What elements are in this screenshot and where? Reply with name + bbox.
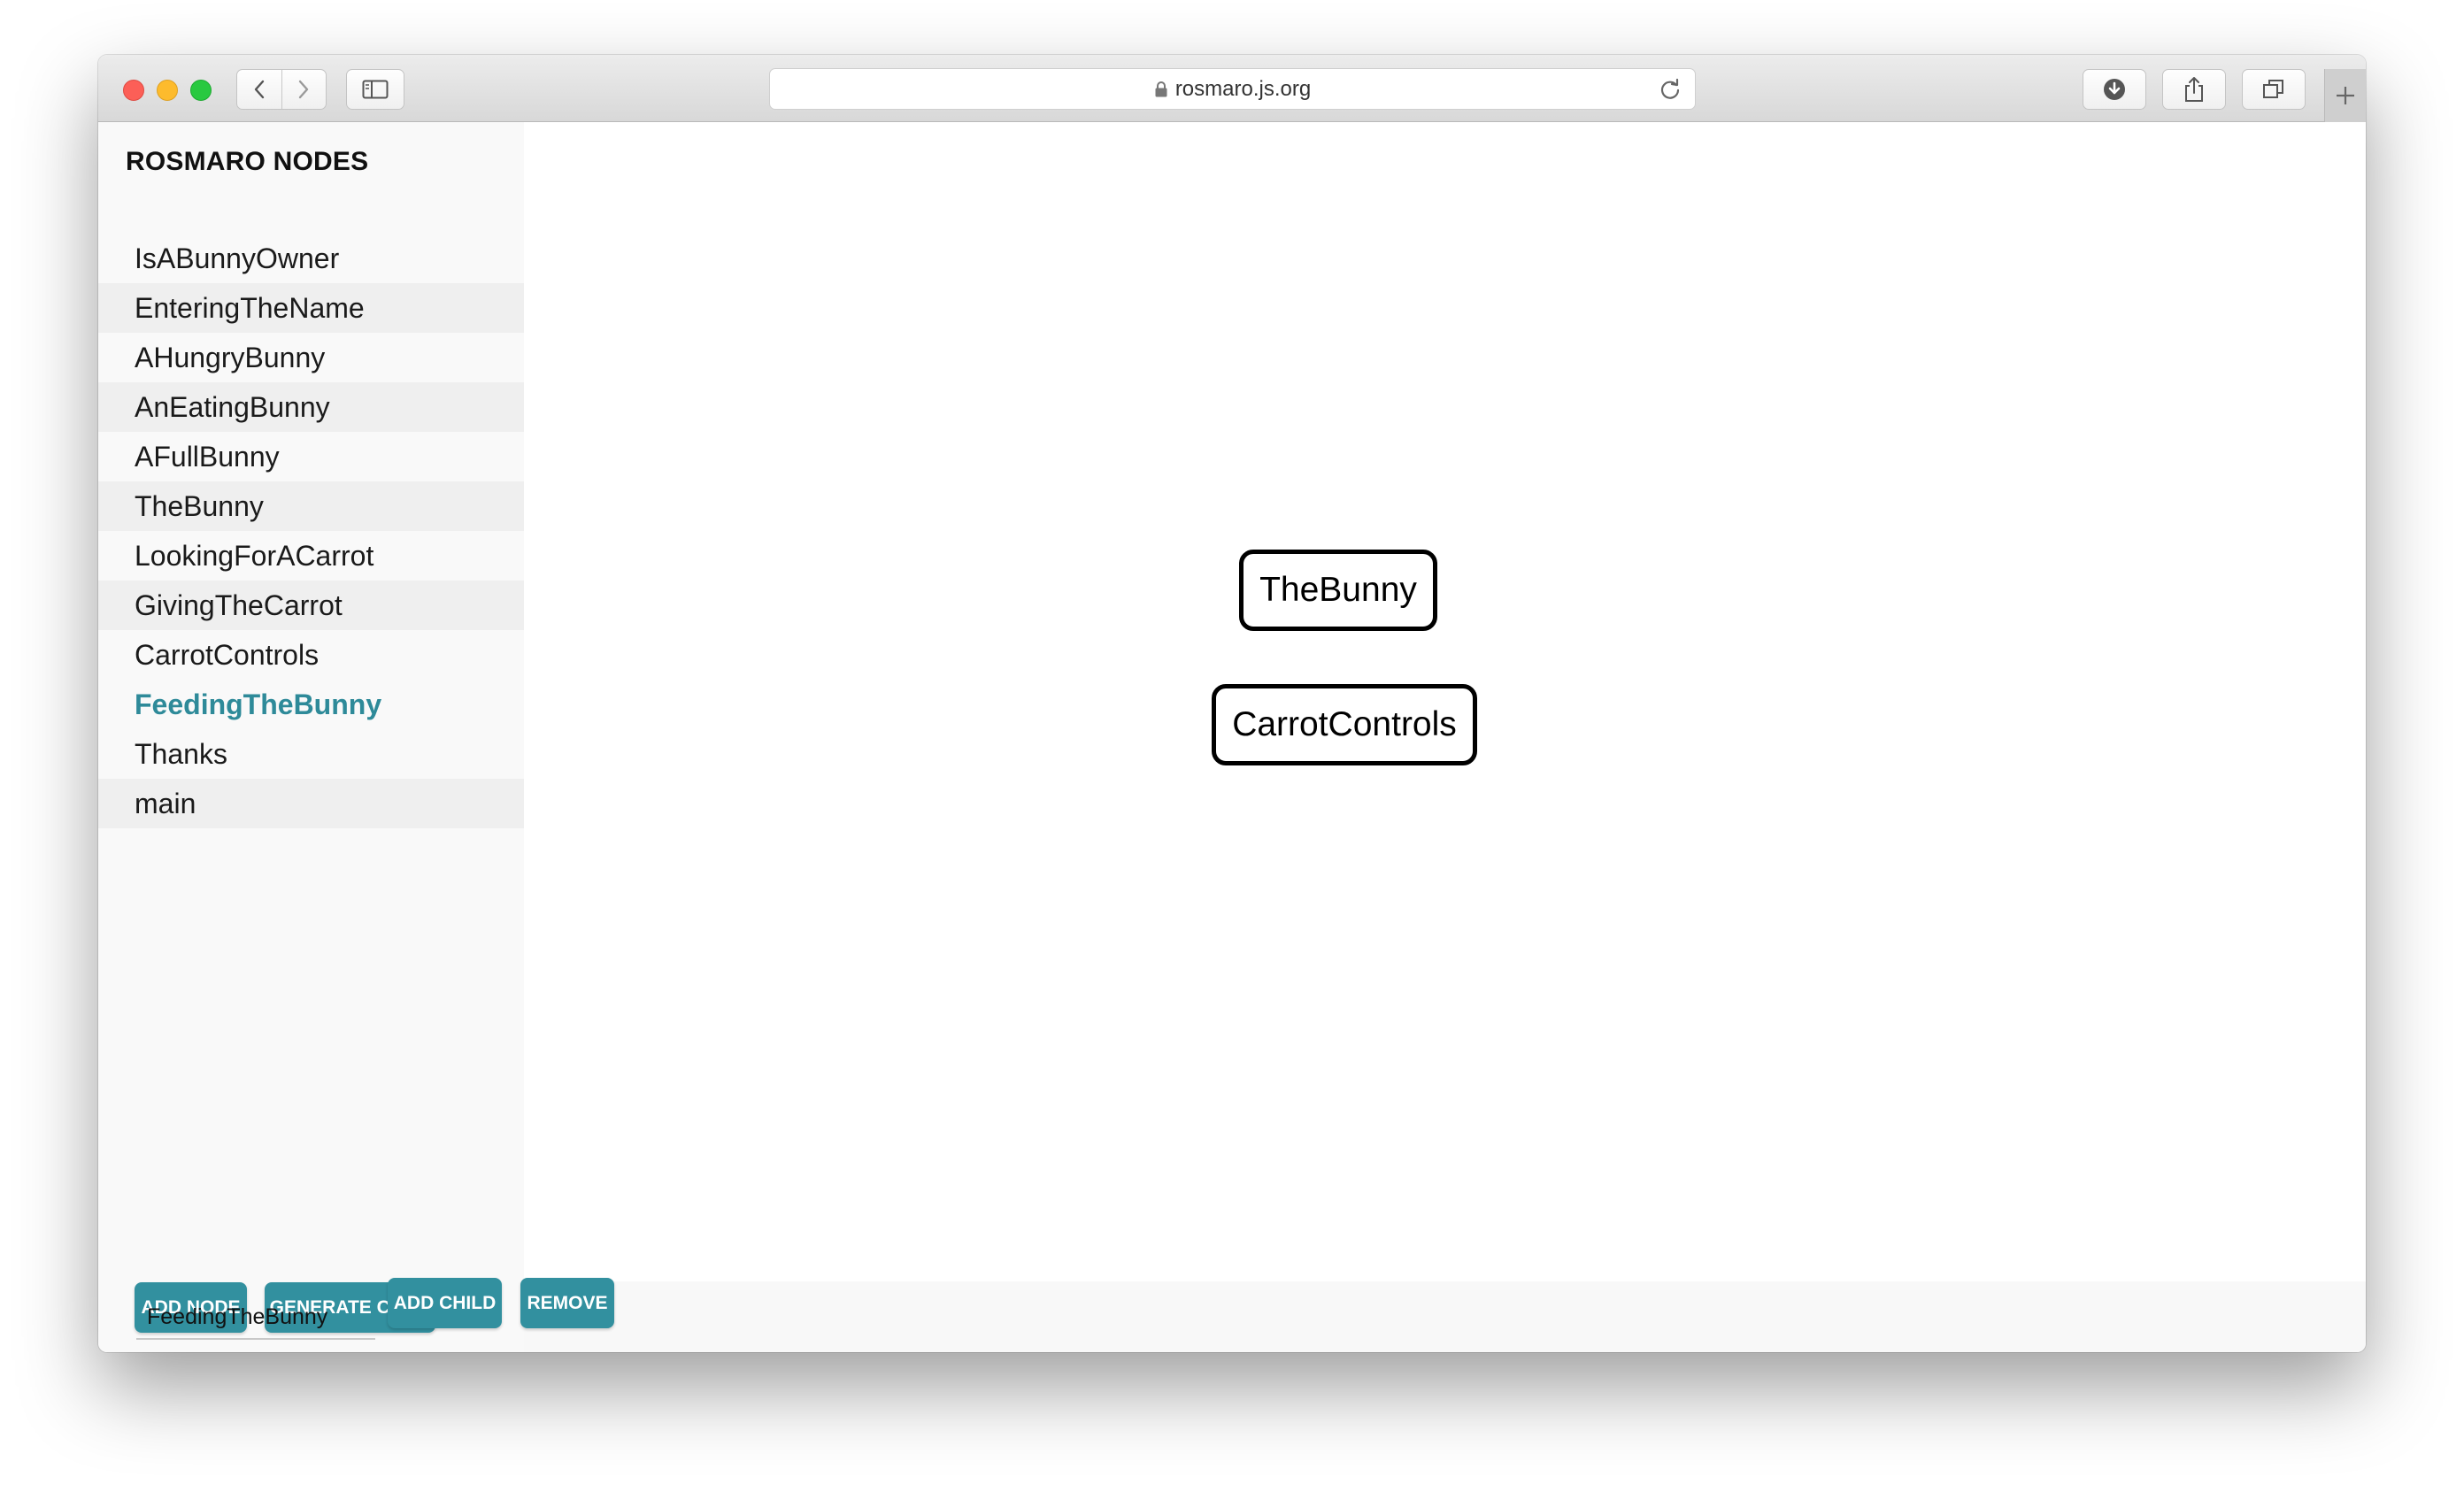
download-icon: [2104, 79, 2125, 100]
lock-icon: [1155, 81, 1167, 96]
sidebar-title: ROSMARO NODES: [126, 147, 369, 176]
node-list-item[interactable]: EnteringTheName: [98, 283, 524, 333]
add-child-button[interactable]: ADD CHILD: [388, 1278, 502, 1328]
node-list-item[interactable]: main: [98, 779, 524, 828]
chevron-left-icon: [254, 80, 264, 99]
share-button[interactable]: [2162, 69, 2226, 110]
node-list-item[interactable]: LookingForACarrot: [98, 531, 524, 581]
node-list-item[interactable]: AHungryBunny: [98, 333, 524, 382]
node-list-item[interactable]: GivingTheCarrot: [98, 581, 524, 630]
history-nav: [236, 69, 327, 110]
tabs-overview-button[interactable]: [2242, 69, 2306, 110]
node-list-item[interactable]: AFullBunny: [98, 432, 524, 481]
graph-node-thebunny[interactable]: TheBunny: [1239, 550, 1437, 631]
chevron-right-icon: [299, 80, 309, 99]
graph-canvas[interactable]: TheBunny CarrotControls: [524, 122, 2366, 1281]
reload-icon: [1660, 78, 1680, 99]
node-list-item[interactable]: TheBunny: [98, 481, 524, 531]
browser-toolbar: rosmaro.js.org: [98, 55, 2366, 122]
share-icon: [2185, 77, 2203, 102]
sidebar-toggle-button[interactable]: [346, 69, 404, 110]
graph-node-carrotcontrols[interactable]: CarrotControls: [1212, 684, 1477, 765]
node-list-item[interactable]: Thanks: [98, 729, 524, 779]
reload-button[interactable]: [1658, 77, 1682, 106]
minimize-window-button[interactable]: [157, 80, 178, 101]
back-button[interactable]: [237, 70, 281, 109]
node-list-item-selected[interactable]: FeedingTheBunny: [98, 680, 524, 729]
sidebar-icon: [362, 80, 389, 99]
url-text: rosmaro.js.org: [1174, 76, 1312, 101]
zoom-window-button[interactable]: [190, 80, 212, 101]
address-bar[interactable]: rosmaro.js.org: [769, 68, 1696, 110]
close-window-button[interactable]: [123, 80, 144, 101]
forward-button[interactable]: [281, 70, 327, 109]
remove-button[interactable]: REMOVE: [520, 1278, 614, 1328]
node-editor-bar: [524, 1281, 2366, 1352]
node-list-item[interactable]: CarrotControls: [98, 630, 524, 680]
node-list-item[interactable]: AnEatingBunny: [98, 382, 524, 432]
new-tab-button[interactable]: [2324, 69, 2366, 122]
tabs-icon: [2263, 80, 2283, 98]
plus-icon: [2337, 87, 2354, 104]
downloads-button[interactable]: [2083, 69, 2146, 110]
node-name-input[interactable]: [136, 1296, 375, 1340]
browser-window: rosmaro.js.org TheBunny CarrotControls R…: [98, 55, 2366, 1352]
nodes-sidebar: ROSMARO NODES IsABunnyOwner EnteringTheN…: [98, 122, 524, 1352]
node-list: IsABunnyOwner EnteringTheName AHungryBun…: [98, 234, 524, 828]
node-list-item[interactable]: IsABunnyOwner: [98, 234, 524, 283]
